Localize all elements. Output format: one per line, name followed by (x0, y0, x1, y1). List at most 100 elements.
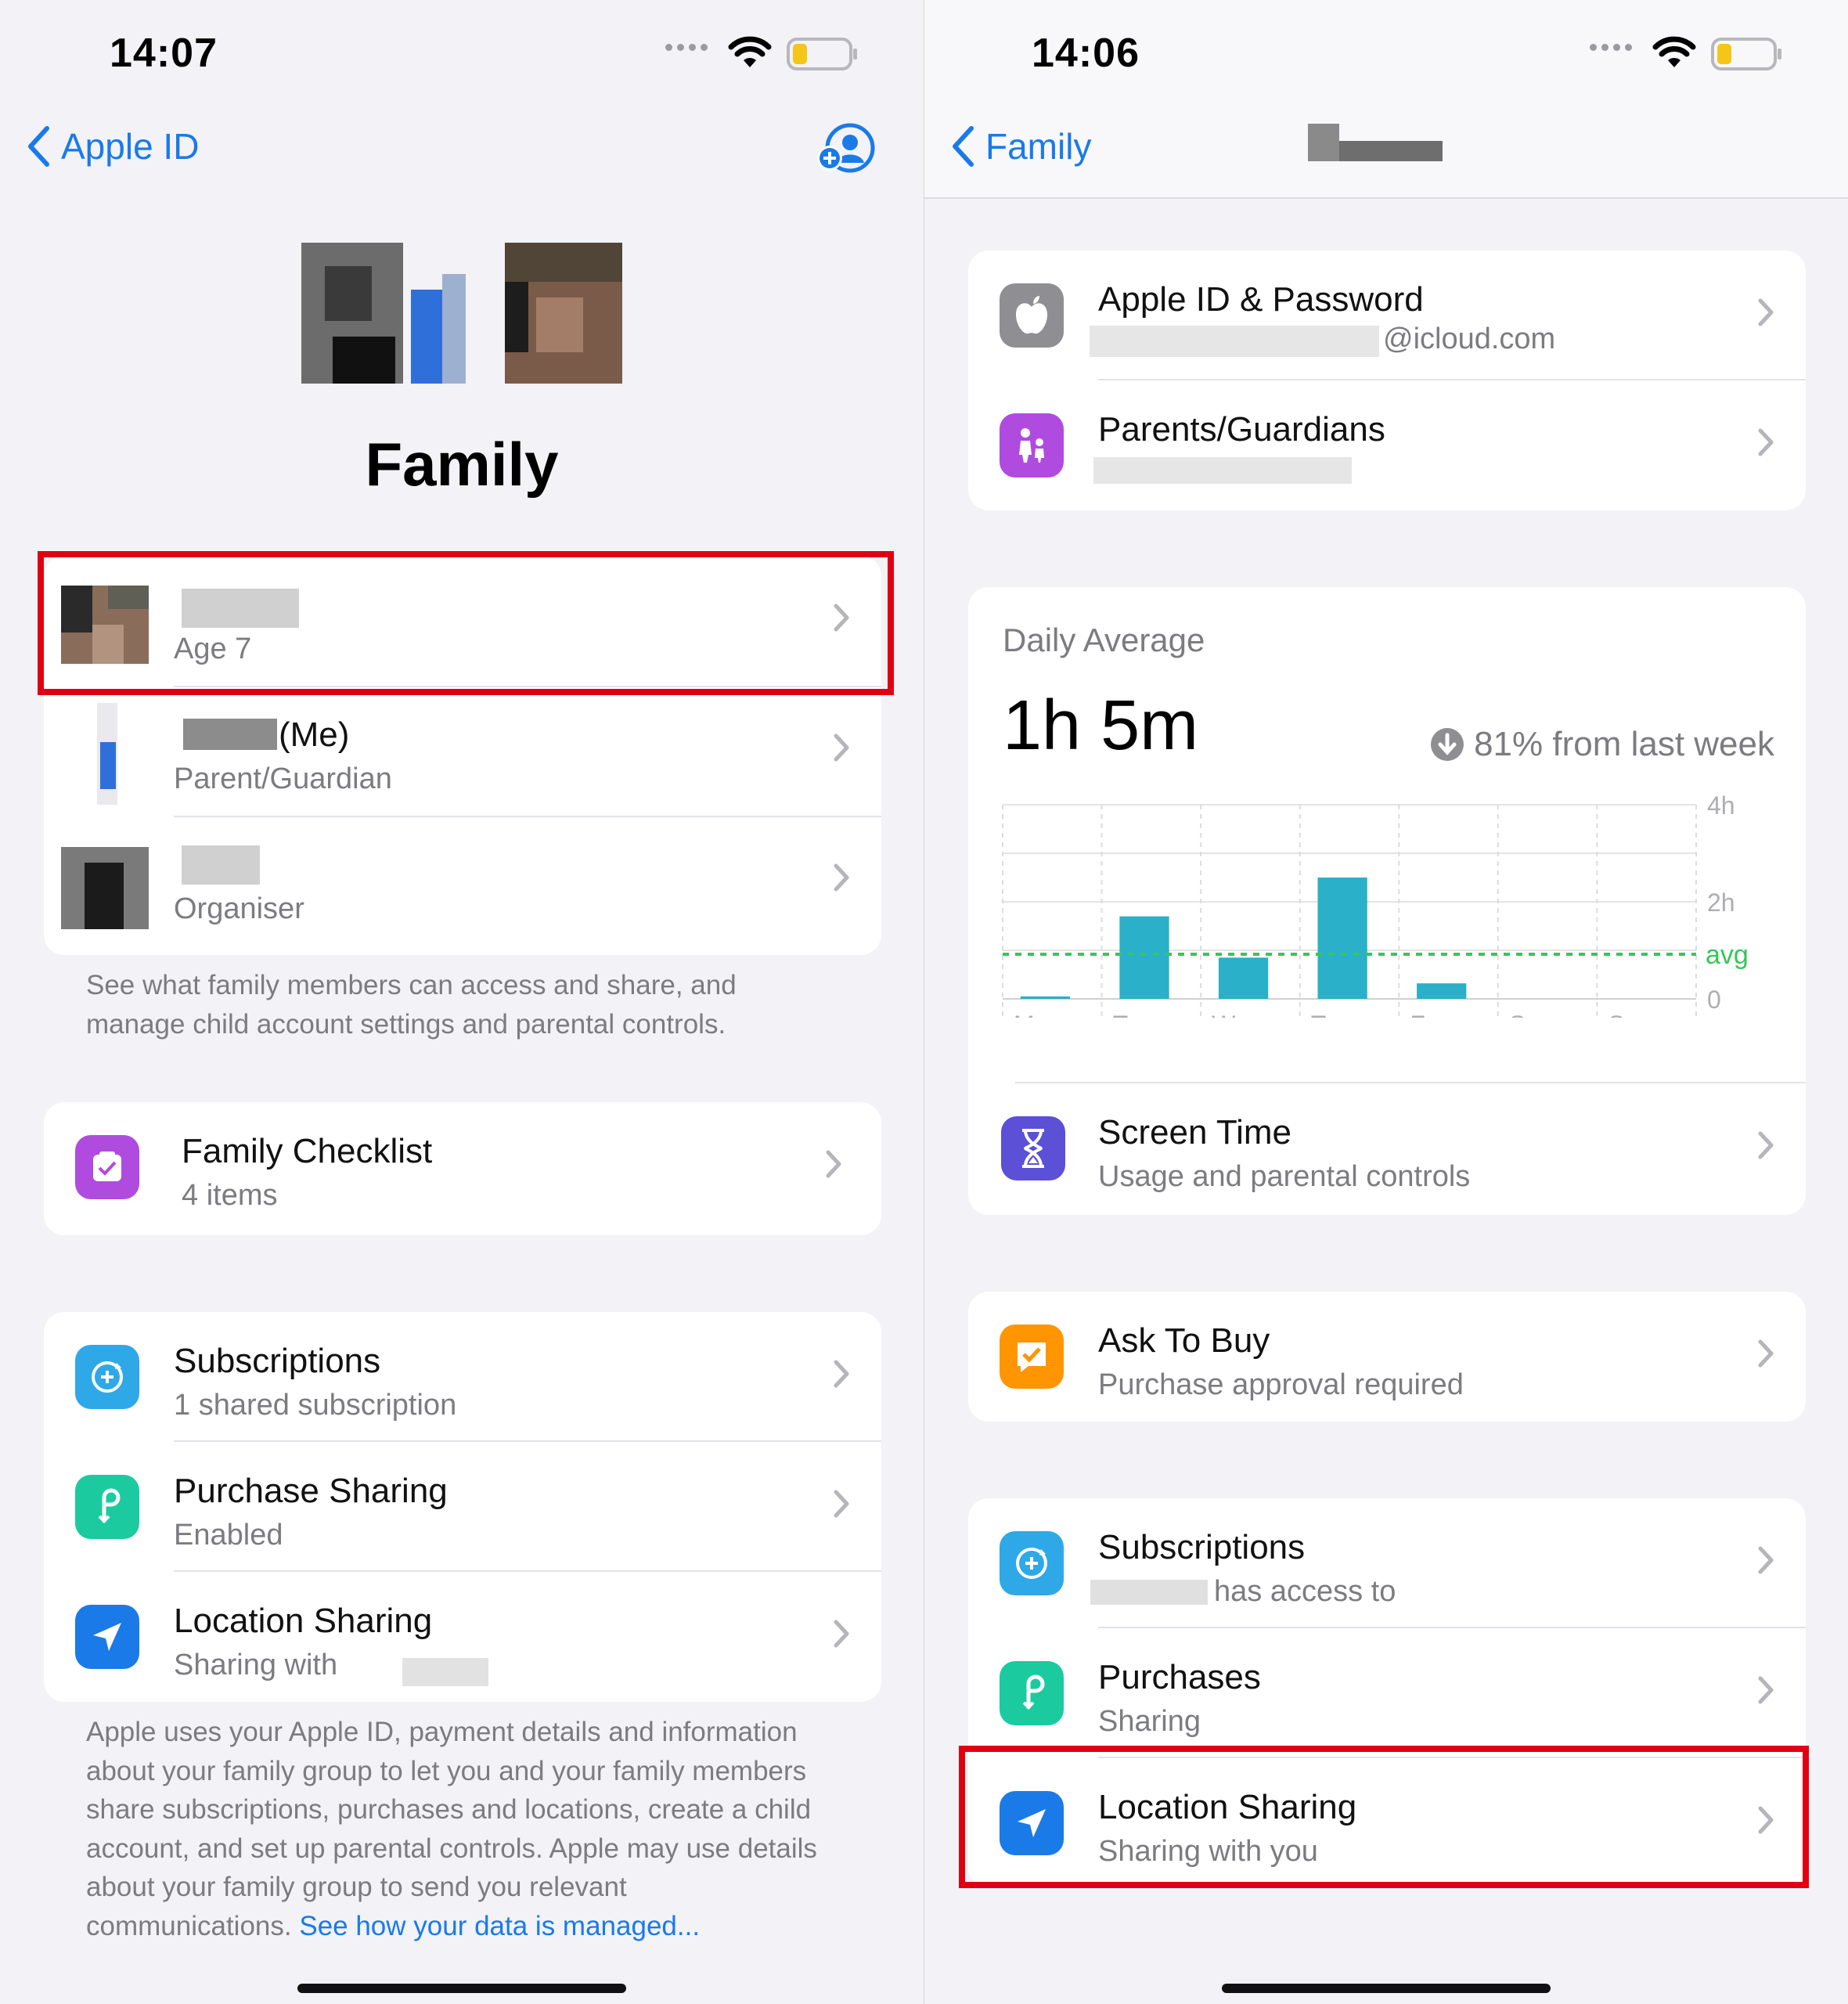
purchase-sharing-title: Purchase Sharing (174, 1472, 448, 1510)
family-checklist-card[interactable]: Family Checklist 4 items (44, 1102, 881, 1235)
status-time: 14:06 (1032, 31, 1140, 76)
battery-icon (1711, 38, 1781, 70)
ask-to-buy-icon (1000, 1325, 1064, 1389)
battery-icon (787, 38, 857, 70)
family-screen: 14:07 Apple ID Family Age 7 (Me) Parent/… (0, 0, 924, 2004)
redacted-name (402, 1658, 488, 1686)
signal-icon (665, 41, 714, 52)
redacted-name (183, 719, 277, 750)
chevron-right-icon (1758, 1676, 1774, 1704)
screen-time-title: Screen Time (1098, 1113, 1291, 1152)
member-row-organiser[interactable]: Organiser (44, 816, 881, 946)
day-label: W (1212, 1011, 1236, 1018)
usage-bar (1119, 916, 1169, 999)
add-family-member-icon[interactable] (816, 122, 877, 174)
ask-to-buy-card[interactable]: Ask To Buy Purchase approval required (968, 1292, 1806, 1422)
purchase-sharing-icon (75, 1475, 139, 1539)
redacted-email (1090, 326, 1379, 357)
privacy-link[interactable]: See how your data is managed... (299, 1911, 700, 1941)
subscriptions-icon (1000, 1531, 1064, 1595)
day-label: T (1311, 1011, 1327, 1018)
purchases-row[interactable]: Purchases Sharing (968, 1628, 1806, 1758)
family-avatars (301, 243, 646, 384)
member-detail-screen: 14:06 Family Apple ID & Password @icloud… (924, 0, 1848, 2004)
member-role: Organiser (174, 892, 304, 925)
chevron-left-icon (953, 126, 974, 167)
account-card: Apple ID & Password @icloud.com Parents/… (968, 250, 1806, 510)
back-label: Apple ID (61, 126, 200, 167)
highlight-box (38, 551, 894, 695)
subscriptions-row[interactable]: Subscriptions 1 shared subscription (44, 1312, 881, 1442)
screen-time-sub: Usage and parental controls (1098, 1160, 1471, 1193)
member-row-me[interactable]: (Me) Parent/Guardian (44, 686, 881, 816)
chevron-right-icon (1758, 1131, 1774, 1159)
subscriptions-sub: has access to (1214, 1575, 1396, 1608)
back-label: Family (985, 126, 1092, 167)
daily-average-value: 1h 5m (1003, 687, 1199, 765)
wifi-icon (728, 36, 772, 67)
subscriptions-title: Subscriptions (1098, 1528, 1306, 1566)
chevron-left-icon (28, 126, 49, 167)
member-role: Parent/Guardian (174, 762, 392, 795)
purchases-sub: Sharing (1098, 1705, 1201, 1738)
location-arrow-icon (75, 1605, 139, 1669)
redacted-name (182, 845, 260, 885)
wifi-icon (1652, 36, 1696, 67)
chevron-right-icon (834, 1360, 849, 1388)
usage-chart: M T W T F S S 4h 2h 0 avg (1002, 791, 1749, 1018)
ask-to-buy-title: Ask To Buy (1098, 1321, 1270, 1360)
y-tick-label: 4h (1707, 791, 1735, 820)
purchase-sharing-icon (1000, 1661, 1064, 1725)
privacy-text: Apple uses your Apple ID, payment detail… (86, 1717, 817, 1941)
chevron-right-icon (1758, 428, 1774, 456)
chevron-right-icon (1758, 1546, 1774, 1574)
apple-logo-icon (1000, 283, 1064, 348)
subscriptions-row[interactable]: Subscriptions has access to (968, 1498, 1806, 1628)
location-sharing-row[interactable]: Location Sharing Sharing with (44, 1572, 881, 1702)
chevron-right-icon (834, 1490, 849, 1518)
purchases-title: Purchases (1098, 1658, 1261, 1696)
usage-bar (1317, 878, 1367, 999)
chevron-right-icon (1758, 1339, 1774, 1368)
usage-bar (1417, 983, 1467, 999)
day-label: S (1608, 1011, 1624, 1018)
day-label: T (1113, 1011, 1129, 1018)
hourglass-icon (1001, 1116, 1065, 1180)
page-title: Family (365, 430, 559, 499)
daily-average-label: Daily Average (1003, 622, 1205, 658)
avatar (61, 831, 149, 929)
chevron-right-icon (1758, 298, 1774, 326)
purchase-sharing-row[interactable]: Purchase Sharing Enabled (44, 1442, 881, 1572)
features-list: Subscriptions 1 shared subscription Purc… (44, 1312, 881, 1702)
subscriptions-sub: 1 shared subscription (174, 1389, 457, 1422)
parent-child-icon (1000, 413, 1064, 478)
checklist-sub: 4 items (182, 1179, 278, 1212)
status-time: 14:07 (110, 31, 218, 76)
members-footnote: See what family members can access and s… (86, 970, 737, 1040)
home-indicator[interactable] (1222, 1984, 1551, 1993)
signal-icon (1590, 41, 1638, 52)
apple-id-title: Apple ID & Password (1098, 280, 1424, 319)
apple-id-row[interactable]: Apple ID & Password @icloud.com (968, 250, 1806, 380)
apple-id-email: @icloud.com (1383, 323, 1556, 355)
day-label: M (1014, 1011, 1035, 1018)
y-tick-label: 0 (1707, 986, 1721, 1014)
redacted-name (1090, 1580, 1208, 1605)
checklist-icon (75, 1135, 139, 1199)
privacy-footnote: Apple uses your Apple ID, payment detail… (86, 1713, 838, 1945)
usage-bar (1218, 957, 1269, 999)
day-label: F (1410, 1011, 1425, 1018)
parents-guardians-row[interactable]: Parents/Guardians (968, 380, 1806, 510)
back-button[interactable]: Apple ID (27, 125, 199, 168)
ask-to-buy-sub: Purchase approval required (1098, 1368, 1464, 1401)
home-indicator[interactable] (297, 1984, 626, 1993)
back-button[interactable]: Family (951, 125, 1091, 168)
chevron-right-icon (834, 733, 849, 762)
location-sharing-sub: Sharing with (174, 1649, 338, 1681)
purchase-sharing-sub: Enabled (174, 1519, 283, 1552)
subscriptions-icon (75, 1345, 139, 1409)
screen-time-card: Daily Average 1h 5m 81% from last week M… (968, 587, 1806, 1215)
location-sharing-title: Location Sharing (174, 1602, 433, 1640)
down-arrow-icon (1431, 728, 1464, 761)
screen-time-row[interactable]: Screen Time Usage and parental controls (1001, 1082, 1806, 1215)
